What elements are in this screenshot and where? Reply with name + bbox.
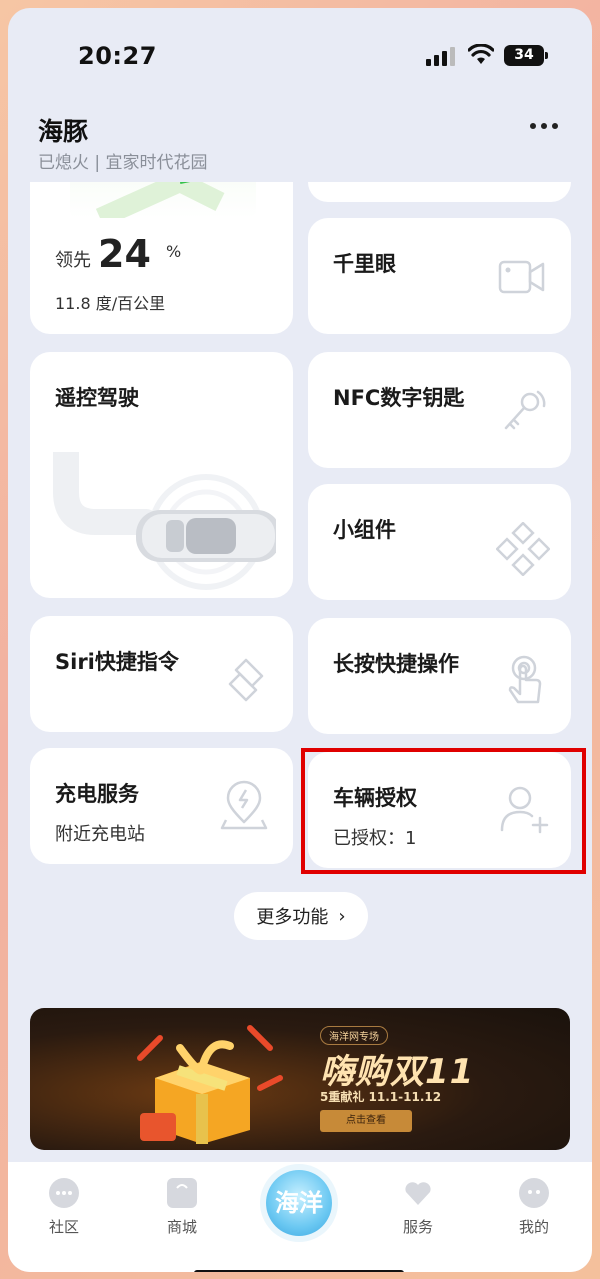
status-time: 20:27 — [78, 42, 157, 70]
charging-service-sub: 附近充电站 — [55, 824, 145, 845]
bag-icon — [167, 1178, 197, 1208]
bottom-tab-bar: 社区 商城 海洋 服务 我的 — [8, 1162, 592, 1272]
chat-icon — [49, 1178, 79, 1208]
widget-card[interactable]: 小组件 — [308, 484, 571, 600]
siri-shortcut-card[interactable]: Siri快捷指令 — [30, 616, 293, 732]
long-press-card[interactable]: 长按快捷操作 — [308, 618, 571, 734]
ocean-logo-icon[interactable]: 海洋 — [266, 1170, 332, 1236]
hidden-card-top[interactable] — [308, 182, 571, 202]
tab-me[interactable]: 我的 — [494, 1178, 574, 1237]
charging-location-icon — [220, 780, 268, 832]
battery-icon: 34 — [504, 45, 548, 66]
cellular-signal-icon — [426, 46, 456, 66]
shortcuts-icon — [222, 656, 270, 704]
charging-service-label: 充电服务 — [55, 782, 139, 806]
home-indicator — [194, 1270, 404, 1272]
efficiency-chart-fragment — [70, 182, 256, 218]
more-options-button[interactable] — [524, 112, 564, 140]
tab-community[interactable]: 社区 — [24, 1178, 104, 1237]
tab-service[interactable]: 服务 — [378, 1178, 458, 1237]
key-icon — [500, 388, 548, 436]
lead-label: 领先 — [55, 250, 91, 271]
nfc-key-label: NFC数字钥匙 — [333, 386, 465, 410]
banner-title: 嗨购双11 — [320, 1052, 475, 1092]
video-camera-icon — [498, 258, 546, 296]
efficiency-card[interactable]: 领先 24 % 11.8 度/百公里 — [30, 182, 293, 334]
phone-screen: 20:27 34 海豚 已熄火 | 宜家时代花园 领先 24 % 11.8 度/… — [8, 8, 592, 1272]
face-icon — [519, 1178, 549, 1208]
energy-consumption: 11.8 度/百公里 — [55, 294, 166, 313]
tab-mall[interactable]: 商城 — [142, 1178, 222, 1237]
lead-unit: % — [166, 242, 182, 261]
remote-drive-label: 遥控驾驶 — [55, 386, 139, 410]
thousand-eye-label: 千里眼 — [333, 252, 396, 276]
long-press-label: 长按快捷操作 — [333, 652, 459, 676]
thousand-eye-card[interactable]: 千里眼 — [308, 218, 571, 334]
banner-subtitle: 5重献礼 11.1-11.12 — [320, 1090, 442, 1104]
remote-drive-card[interactable]: 遥控驾驶 — [30, 352, 293, 598]
chevron-right-icon: › — [338, 905, 346, 927]
status-bar: 20:27 34 — [8, 8, 592, 108]
tab-service-label: 服务 — [402, 1218, 433, 1236]
tab-community-label: 社区 — [48, 1218, 79, 1236]
vehicle-status: 已熄火 | 宜家时代花园 — [38, 153, 208, 173]
more-functions-button[interactable]: 更多功能 › — [234, 892, 368, 940]
charging-service-card[interactable]: 充电服务 附近充电站 — [30, 748, 293, 864]
selection-highlight — [301, 748, 586, 874]
banner-view-button[interactable]: 点击查看 — [320, 1110, 412, 1132]
nfc-key-card[interactable]: NFC数字钥匙 — [308, 352, 571, 468]
promo-banner[interactable]: 海洋网专场 嗨购双11 5重献礼 11.1-11.12 点击查看 — [30, 1008, 570, 1150]
more-functions-label: 更多功能 — [256, 907, 329, 928]
tab-mall-label: 商城 — [166, 1218, 197, 1236]
wifi-icon — [467, 43, 495, 66]
banner-tag: 海洋网专场 — [320, 1026, 388, 1045]
page-title: 海豚 — [38, 117, 89, 146]
grid-widget-icon — [496, 522, 550, 576]
heart-icon — [403, 1178, 433, 1208]
gift-box-icon — [120, 1018, 290, 1148]
tab-me-label: 我的 — [518, 1218, 549, 1236]
car-illustration — [46, 439, 281, 592]
siri-shortcut-label: Siri快捷指令 — [55, 650, 179, 674]
touch-hand-icon — [502, 654, 548, 706]
lead-value: 24 — [98, 232, 151, 276]
widget-label: 小组件 — [333, 518, 396, 542]
